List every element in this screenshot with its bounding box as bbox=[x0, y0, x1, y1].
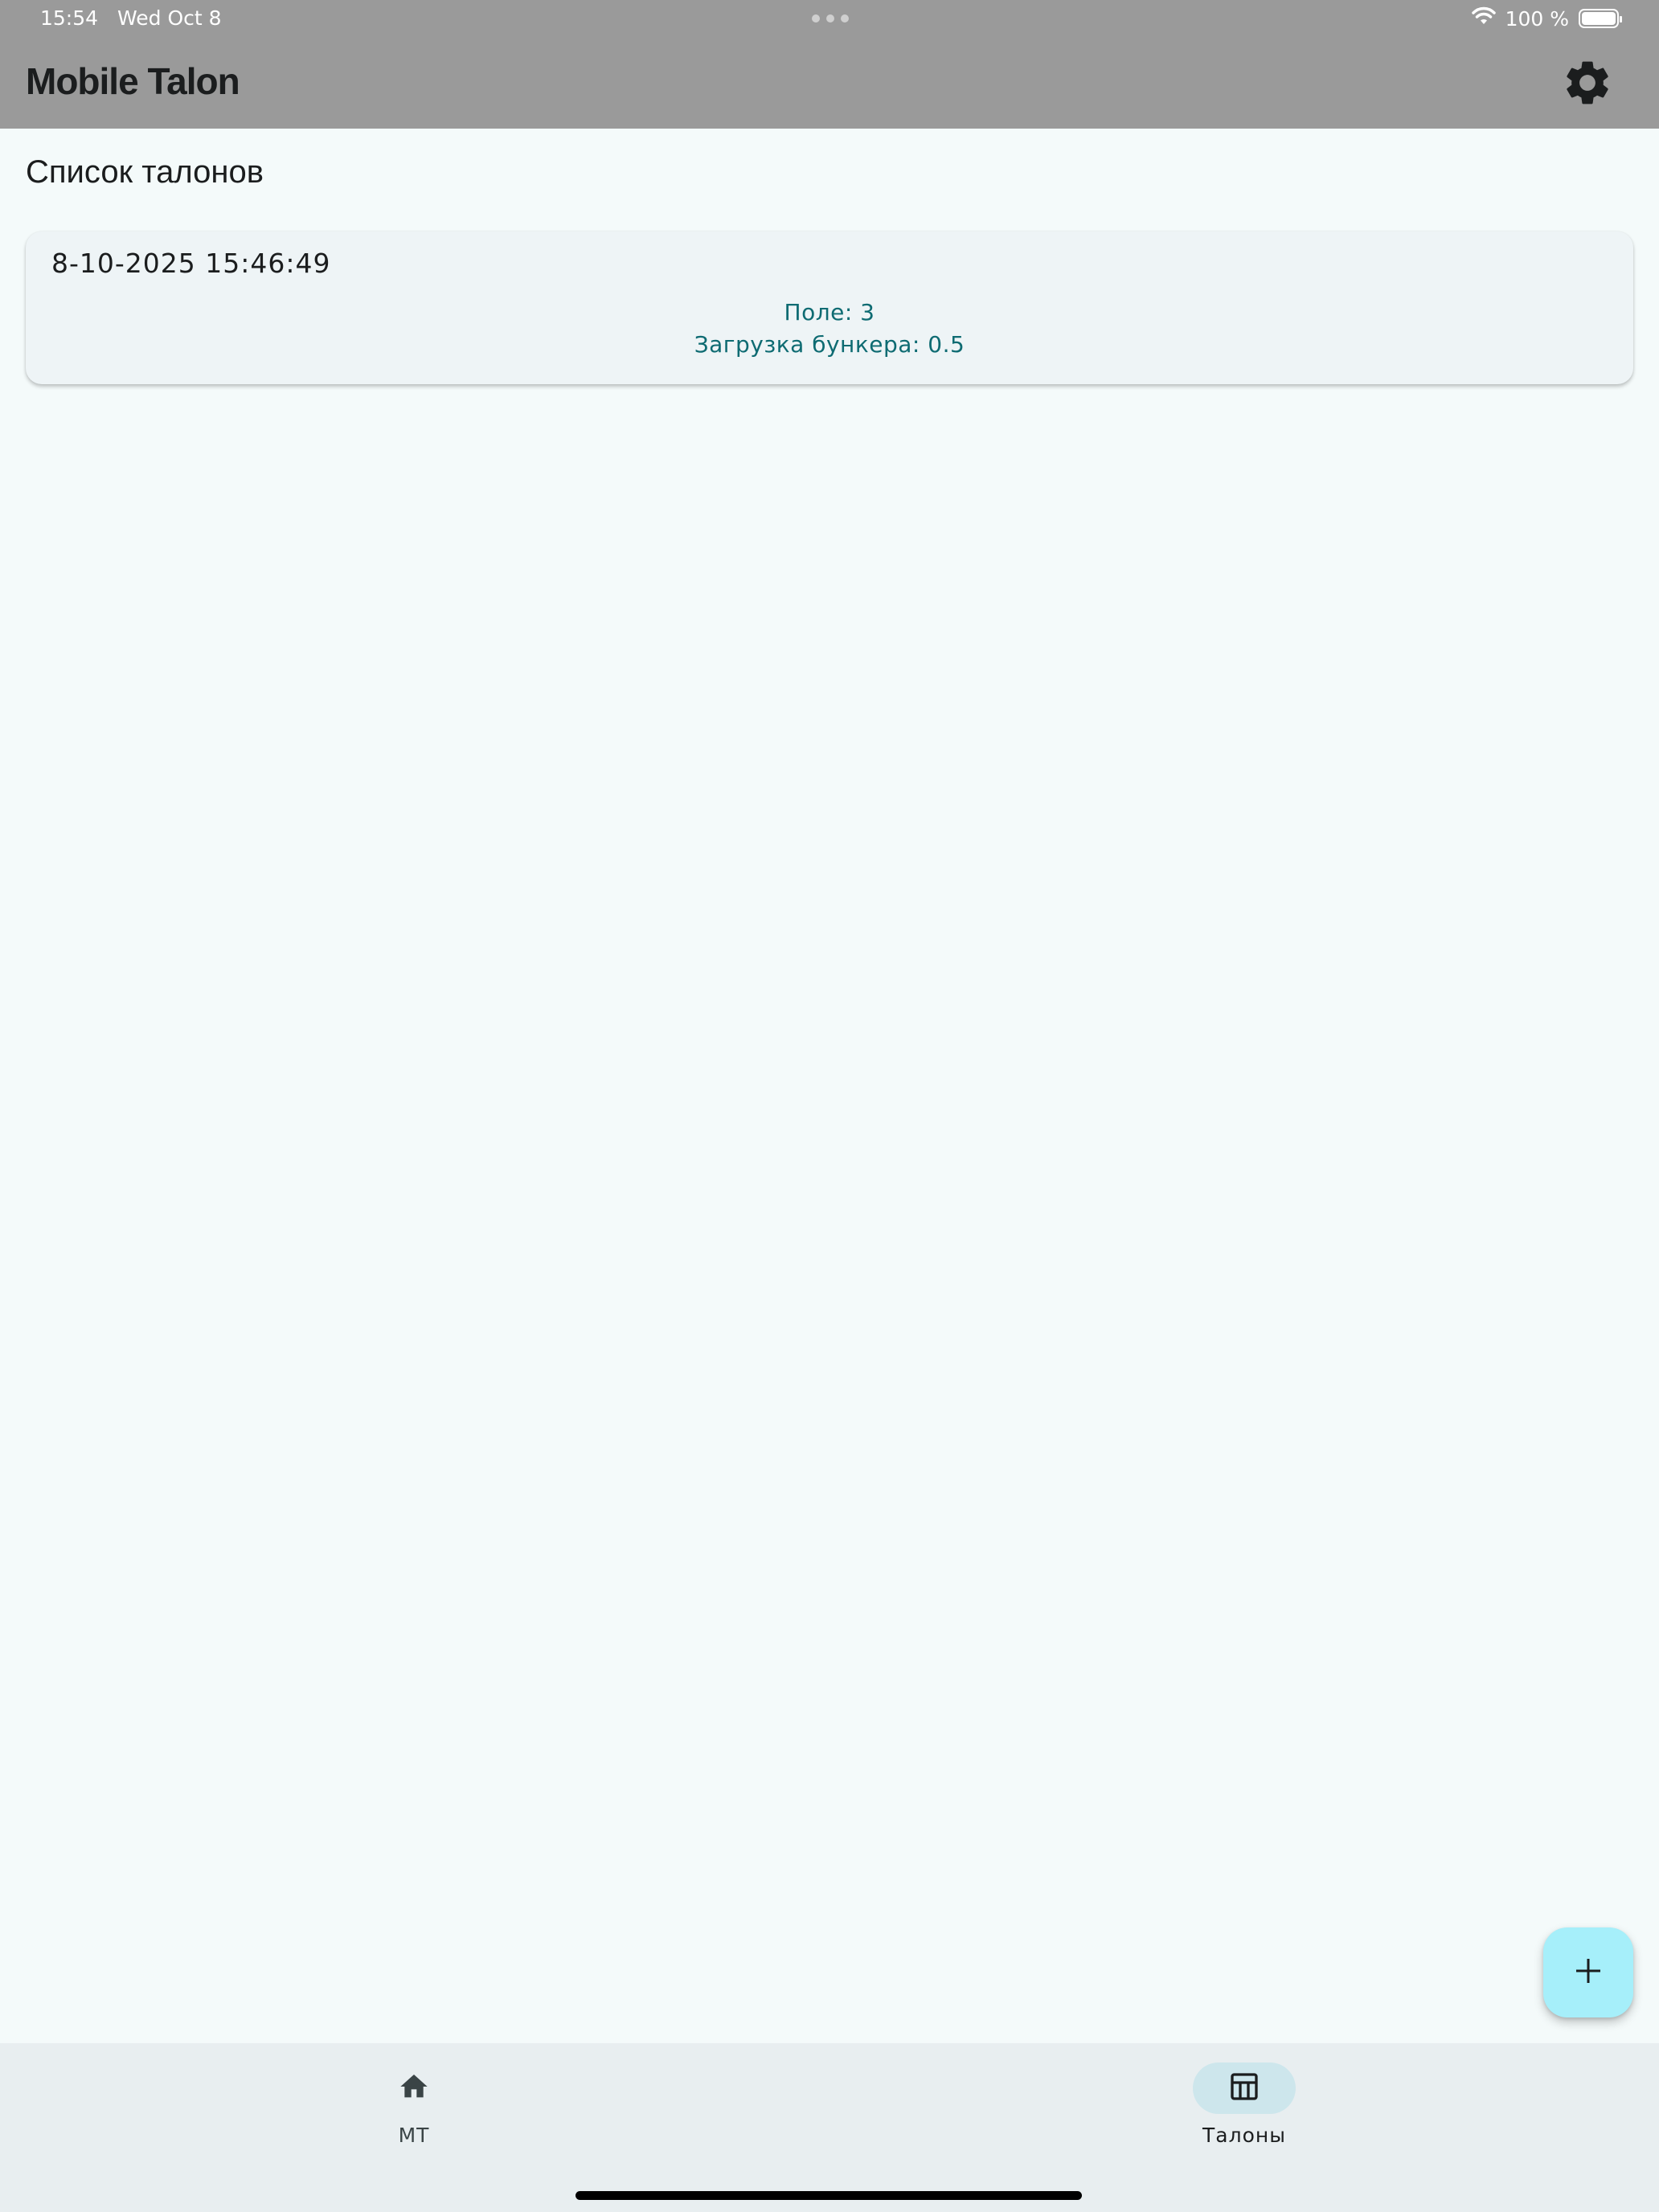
talon-card[interactable]: 8-10-2025 15:46:49 Поле: 3 Загрузка бунк… bbox=[26, 231, 1633, 384]
status-bar-right: 100 % bbox=[1471, 6, 1622, 31]
status-time: 15:54 bbox=[40, 6, 99, 30]
battery-percent: 100 % bbox=[1505, 6, 1569, 31]
gear-icon bbox=[1561, 56, 1614, 113]
nav-item-mt[interactable]: МТ bbox=[293, 2062, 535, 2147]
wifi-icon bbox=[1471, 6, 1496, 31]
multitasking-dots-icon[interactable] bbox=[812, 14, 849, 23]
top-bar: 15:54 Wed Oct 8 100 % Mobile Talon bbox=[0, 0, 1659, 129]
nav-item-talons[interactable]: Талоны bbox=[1124, 2062, 1365, 2147]
battery-icon bbox=[1579, 9, 1622, 28]
table-icon bbox=[1228, 2071, 1260, 2106]
nav-indicator bbox=[363, 2062, 465, 2114]
bottom-navigation: МТ Талоны bbox=[0, 2043, 1659, 2212]
talon-datetime: 8-10-2025 15:46:49 bbox=[51, 248, 331, 279]
home-indicator[interactable] bbox=[576, 2191, 1082, 2200]
home-icon bbox=[398, 2071, 430, 2106]
settings-button[interactable] bbox=[1559, 56, 1616, 113]
talon-bunker-load: Загрузка бункера: 0.5 bbox=[694, 331, 965, 358]
nav-label-mt: МТ bbox=[398, 2124, 430, 2147]
talon-field: Поле: 3 bbox=[784, 299, 875, 326]
nav-indicator-selected bbox=[1193, 2062, 1296, 2114]
page-title: Список талонов bbox=[26, 154, 264, 190]
status-date: Wed Oct 8 bbox=[117, 6, 222, 30]
plus-icon bbox=[1572, 1955, 1604, 1990]
status-bar-left: 15:54 Wed Oct 8 bbox=[40, 6, 222, 30]
app-title: Mobile Talon bbox=[26, 60, 240, 102]
nav-label-talons: Талоны bbox=[1202, 2124, 1286, 2147]
add-talon-button[interactable] bbox=[1543, 1927, 1633, 2017]
